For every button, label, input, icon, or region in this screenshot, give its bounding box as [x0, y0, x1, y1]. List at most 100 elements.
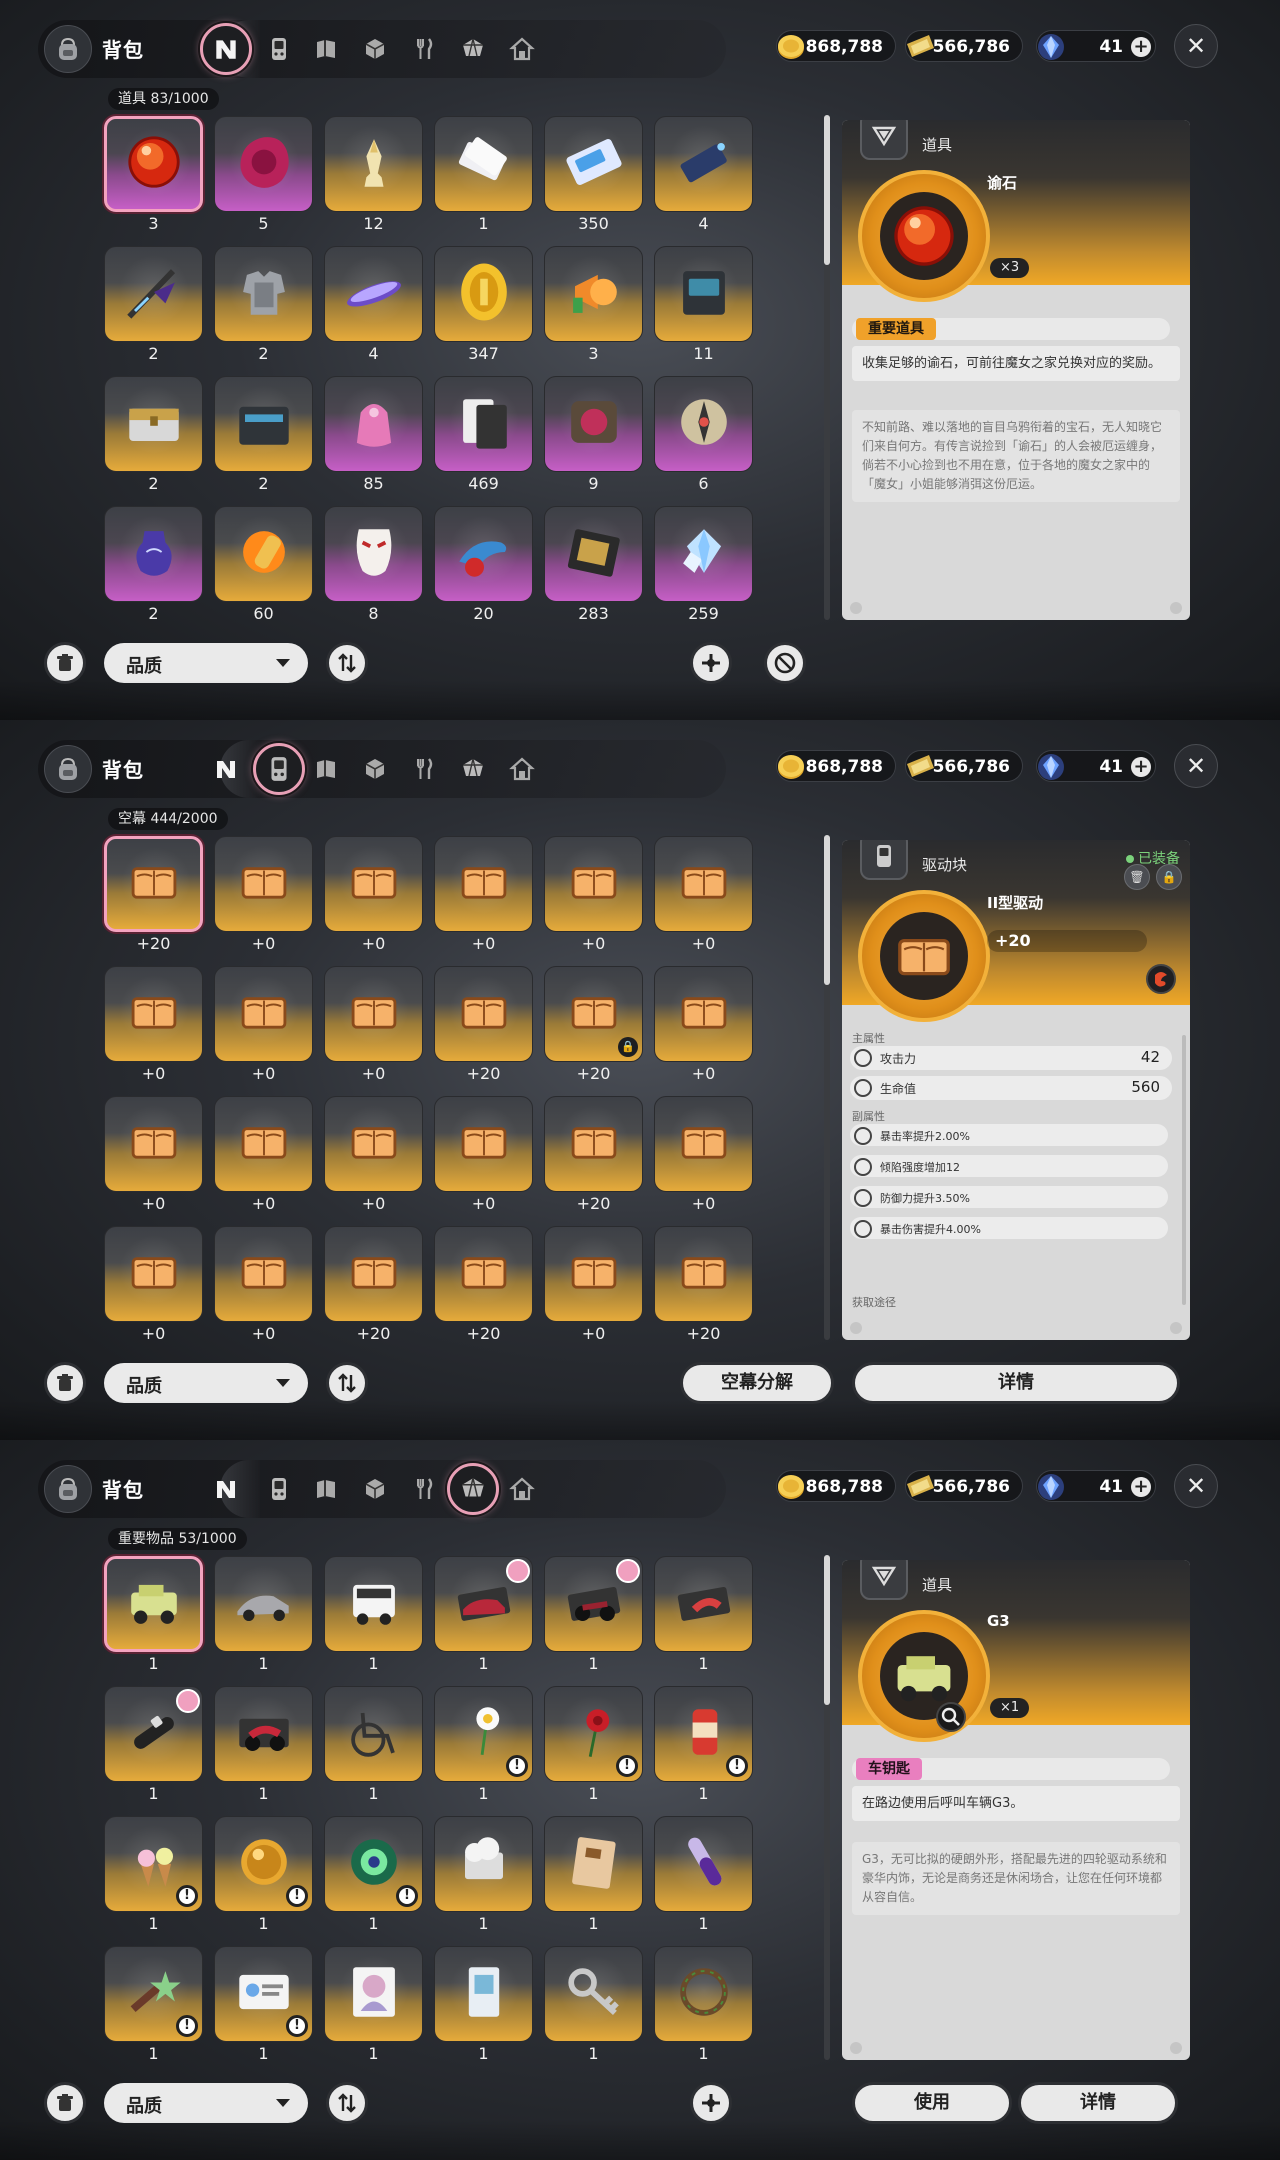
- item-slot[interactable]: [104, 1226, 203, 1322]
- item-slot[interactable]: [434, 1816, 533, 1912]
- scrollbar-thumb[interactable]: [824, 115, 830, 265]
- tab-cube[interactable]: [355, 1469, 395, 1509]
- filter-off-button[interactable]: [764, 642, 806, 684]
- item-slot[interactable]: [434, 1226, 533, 1322]
- discard-button[interactable]: 🗑: [1124, 864, 1150, 890]
- item-slot[interactable]: [654, 116, 753, 212]
- close-button[interactable]: ✕: [1174, 24, 1218, 68]
- item-slot[interactable]: 🔒: [544, 966, 643, 1062]
- item-slot[interactable]: !: [104, 1816, 203, 1912]
- tab-house[interactable]: [502, 749, 542, 789]
- item-slot[interactable]: [214, 1226, 313, 1322]
- item-slot[interactable]: [324, 836, 423, 932]
- grid-scrollbar[interactable]: [824, 115, 830, 620]
- item-slot[interactable]: !: [654, 1686, 753, 1782]
- item-slot[interactable]: [544, 836, 643, 932]
- item-slot[interactable]: [544, 1816, 643, 1912]
- item-slot[interactable]: [324, 1226, 423, 1322]
- backpack-button[interactable]: [44, 745, 92, 793]
- item-slot[interactable]: [104, 116, 203, 212]
- item-slot[interactable]: [654, 246, 753, 342]
- item-slot[interactable]: [324, 506, 423, 602]
- item-slot[interactable]: [104, 1686, 203, 1782]
- add-crystal-button[interactable]: +: [1131, 37, 1151, 57]
- item-slot[interactable]: [654, 506, 753, 602]
- item-slot[interactable]: [654, 836, 753, 932]
- item-slot[interactable]: [434, 376, 533, 472]
- tab-handheld-device[interactable]: [253, 743, 305, 795]
- details-button[interactable]: 详情: [1018, 2082, 1178, 2124]
- item-slot[interactable]: [214, 376, 313, 472]
- item-slot[interactable]: !: [214, 1816, 313, 1912]
- use-button[interactable]: 使用: [852, 2082, 1012, 2124]
- add-crystal-button[interactable]: +: [1131, 757, 1151, 777]
- item-slot[interactable]: [654, 1096, 753, 1192]
- item-slot[interactable]: [104, 376, 203, 472]
- quality-sort-dropdown[interactable]: 品质: [104, 643, 308, 683]
- item-slot[interactable]: [434, 246, 533, 342]
- sort-order-button[interactable]: [326, 2082, 368, 2124]
- item-slot[interactable]: [104, 966, 203, 1062]
- detail-scrollbar[interactable]: [1182, 1035, 1186, 1305]
- item-slot[interactable]: [434, 1946, 533, 2042]
- item-slot[interactable]: [104, 246, 203, 342]
- tab-book[interactable]: [306, 1469, 346, 1509]
- backpack-button[interactable]: [44, 1465, 92, 1513]
- item-slot[interactable]: [324, 1096, 423, 1192]
- grid-scrollbar[interactable]: [824, 835, 830, 1340]
- item-slot[interactable]: [654, 1556, 753, 1652]
- add-button[interactable]: [690, 2082, 732, 2124]
- tab-handheld-device[interactable]: [259, 29, 299, 69]
- item-slot[interactable]: [434, 116, 533, 212]
- delete-button[interactable]: [44, 1362, 86, 1404]
- item-slot[interactable]: [544, 1946, 643, 2042]
- item-slot[interactable]: [434, 1556, 533, 1652]
- tab-fork-knife[interactable]: [404, 29, 444, 69]
- quality-sort-dropdown[interactable]: 品质: [104, 1363, 308, 1403]
- tab-logo-n[interactable]: [200, 23, 252, 75]
- tab-book[interactable]: [306, 29, 346, 69]
- item-slot[interactable]: [324, 246, 423, 342]
- item-slot[interactable]: [214, 506, 313, 602]
- item-slot[interactable]: !: [214, 1946, 313, 2042]
- item-slot[interactable]: [654, 1816, 753, 1912]
- close-button[interactable]: ✕: [1174, 744, 1218, 788]
- item-slot[interactable]: [324, 1556, 423, 1652]
- scrollbar-thumb[interactable]: [824, 835, 830, 985]
- tab-logo-n[interactable]: [206, 1469, 246, 1509]
- decompose-button[interactable]: 空幕分解: [680, 1362, 834, 1404]
- tab-book[interactable]: [306, 749, 346, 789]
- scrollbar-thumb[interactable]: [824, 1555, 830, 1705]
- item-slot[interactable]: [544, 246, 643, 342]
- tab-logo-n[interactable]: [206, 749, 246, 789]
- zoom-icon[interactable]: [936, 1702, 966, 1732]
- item-slot[interactable]: [104, 836, 203, 932]
- item-slot[interactable]: [104, 1096, 203, 1192]
- item-slot[interactable]: [544, 1096, 643, 1192]
- tab-house[interactable]: [502, 1469, 542, 1509]
- add-crystal-button[interactable]: +: [1131, 1477, 1151, 1497]
- item-slot[interactable]: !: [544, 1686, 643, 1782]
- item-slot[interactable]: !: [104, 1946, 203, 2042]
- item-slot[interactable]: [544, 1556, 643, 1652]
- item-slot[interactable]: [544, 376, 643, 472]
- lock-button[interactable]: 🔒: [1156, 864, 1182, 890]
- item-slot[interactable]: [654, 376, 753, 472]
- item-slot[interactable]: !: [324, 1816, 423, 1912]
- item-slot[interactable]: [544, 116, 643, 212]
- item-slot[interactable]: [324, 376, 423, 472]
- item-slot[interactable]: [214, 1556, 313, 1652]
- item-slot[interactable]: [214, 836, 313, 932]
- tab-gem-box[interactable]: [453, 749, 493, 789]
- item-slot[interactable]: [324, 1686, 423, 1782]
- item-slot[interactable]: [324, 116, 423, 212]
- item-slot[interactable]: [214, 1686, 313, 1782]
- item-slot[interactable]: [104, 1556, 203, 1652]
- tab-cube[interactable]: [355, 749, 395, 789]
- sort-order-button[interactable]: [326, 642, 368, 684]
- grid-scrollbar[interactable]: [824, 1555, 830, 2060]
- details-button[interactable]: 详情: [852, 1362, 1180, 1404]
- item-slot[interactable]: [544, 506, 643, 602]
- item-slot[interactable]: [214, 966, 313, 1062]
- item-slot[interactable]: [324, 966, 423, 1062]
